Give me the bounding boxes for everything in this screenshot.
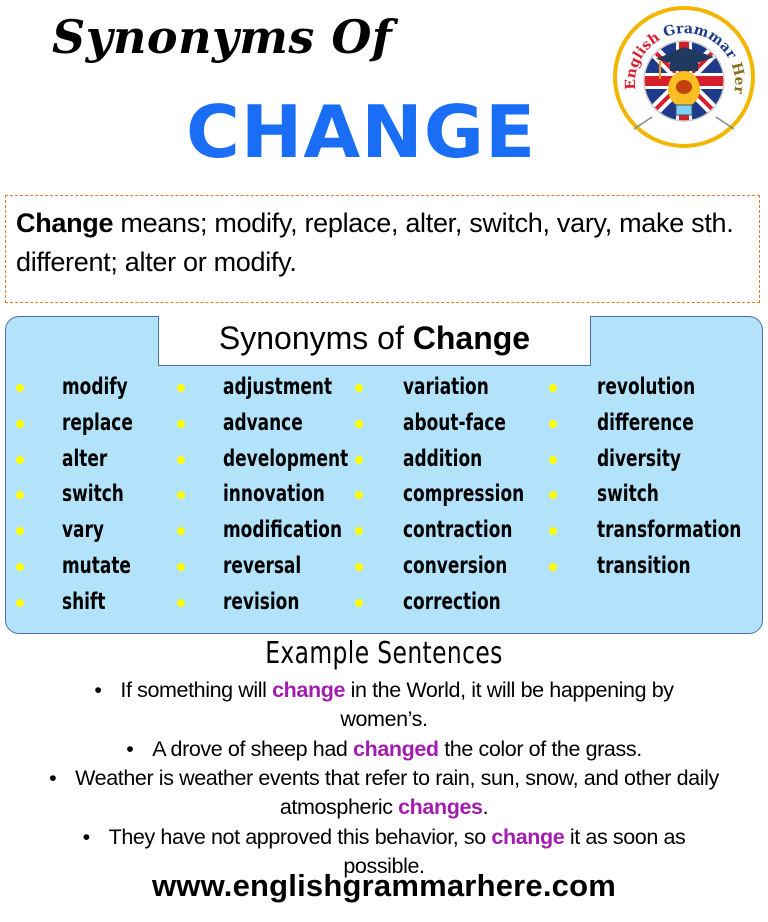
bullet-icon: • — [94, 678, 102, 702]
synonyms-panel-title: Synonyms of Change — [158, 316, 591, 366]
synonyms-column-1: modify replace alter switch vary mutate … — [62, 370, 148, 621]
bullet-icon — [16, 562, 24, 571]
example-sentence: • A drove of sheep had changed the color … — [60, 735, 708, 764]
definition-text: means; modify, replace, alter, switch, v… — [16, 208, 734, 277]
example-sentence: • Weather is weather events that refer to… — [30, 764, 738, 822]
bullet-icon — [16, 455, 24, 464]
title-synonyms-of: Synonyms Of — [52, 10, 393, 64]
synonym-item: alter — [62, 445, 108, 472]
synonym-item: variation — [403, 374, 489, 400]
highlighted-word: changes — [398, 795, 483, 819]
synonym-item: diversity — [597, 445, 681, 472]
bullet-icon — [355, 455, 363, 464]
title-word: CHANGE — [186, 90, 537, 174]
synonym-item: addition — [403, 445, 483, 472]
sentence-text: A drove of sheep had — [152, 737, 354, 761]
synonym-item: transformation — [597, 517, 742, 544]
highlighted-word: change — [491, 825, 565, 849]
bullet-icon — [177, 562, 185, 571]
synonym-item: correction — [403, 588, 501, 615]
bullet-icon: • — [82, 825, 91, 849]
synonyms-column-4: revolution difference diversity switch t… — [597, 370, 768, 585]
synonym-item: switch — [62, 481, 124, 508]
bullet-icon — [16, 598, 24, 607]
sentence-text: If something will — [120, 678, 273, 702]
bullet-icon — [177, 598, 185, 607]
bullet-icon: • — [126, 737, 134, 761]
synonym-item: switch — [597, 481, 659, 508]
synonym-item: development — [223, 445, 349, 472]
bullet-icon — [16, 419, 24, 428]
synonym-item: innovation — [223, 481, 325, 508]
bullet-icon: • — [49, 766, 57, 790]
synonym-item: revolution — [597, 374, 696, 400]
synonyms-column-2: adjustment advance development innovatio… — [223, 370, 376, 621]
bullet-icon — [549, 383, 557, 392]
bullet-icon — [549, 562, 557, 571]
synonym-item: about-face — [403, 409, 506, 436]
synonym-item: modify — [62, 374, 128, 400]
bullet-icon — [177, 455, 185, 464]
bullet-icon — [549, 419, 557, 428]
sentence-text: the color of the grass. — [438, 737, 642, 761]
synonym-item: mutate — [62, 552, 131, 579]
synonym-item: shift — [62, 588, 106, 615]
synonym-item: adjustment — [223, 374, 333, 400]
synonym-item: compression — [403, 481, 525, 508]
bullet-icon — [177, 419, 185, 428]
highlighted-word: changed — [353, 737, 439, 761]
synonym-item: revision — [223, 588, 300, 615]
synonyms-column-3: variation about-face addition compressio… — [403, 370, 551, 621]
sentence-text: Weather is weather events that refer to … — [75, 766, 719, 819]
highlighted-word: change — [272, 678, 345, 702]
bullet-icon — [549, 455, 557, 464]
bullet-icon — [355, 383, 363, 392]
synonym-item: contraction — [403, 517, 513, 544]
panel-title-word: Change — [412, 320, 531, 356]
sentence-text: . — [482, 795, 489, 819]
bullet-icon — [355, 598, 363, 607]
sentence-text: in the World, it will be happening by wo… — [340, 678, 674, 731]
bullet-icon — [355, 562, 363, 571]
definition-box: Change means; modify, replace, alter, sw… — [5, 195, 760, 303]
sentence-text: They have not approved this behavior, so — [108, 825, 492, 849]
synonym-item: replace — [62, 409, 133, 436]
synonym-item: vary — [62, 517, 104, 544]
bullet-icon — [177, 383, 185, 392]
synonym-item: conversion — [403, 552, 508, 579]
synonym-item: reversal — [223, 552, 302, 579]
bullet-icon — [16, 383, 24, 392]
bullet-icon — [355, 419, 363, 428]
synonym-item: advance — [223, 409, 303, 436]
english-grammar-here-badge-icon: English Grammar Here.Com — [605, 0, 756, 149]
synonym-item: difference — [597, 409, 694, 436]
panel-title-prefix: Synonyms of — [218, 320, 413, 356]
synonym-item: modification — [223, 517, 343, 544]
synonym-item: transition — [597, 552, 691, 579]
website-url[interactable]: www.englishgrammarhere.com — [0, 868, 768, 904]
example-sentence: • If something will change in the World, … — [60, 676, 708, 734]
definition-word: Change — [16, 208, 114, 238]
examples-heading: Example Sentences — [265, 636, 503, 671]
